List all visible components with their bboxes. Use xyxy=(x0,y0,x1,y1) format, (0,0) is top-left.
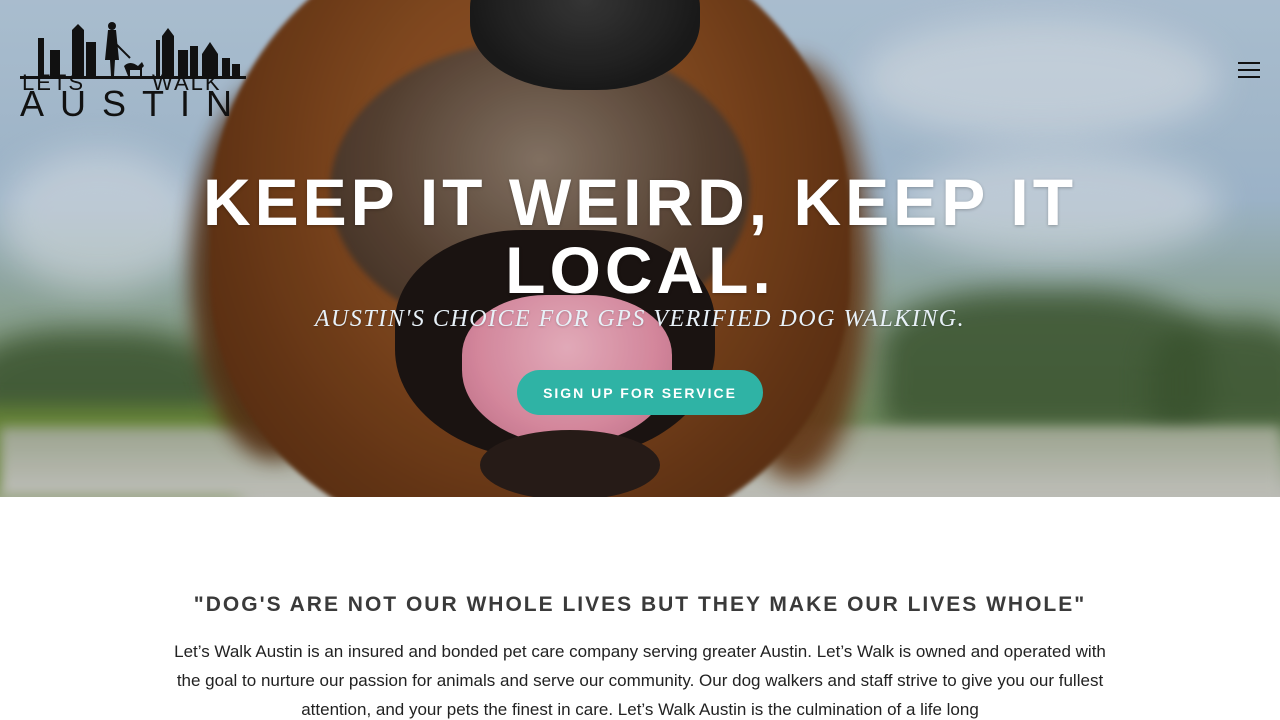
hero-subtitle: AUSTIN'S CHOICE FOR GPS VERIFIED DOG WAL… xyxy=(314,306,966,332)
about-paragraph: Let’s Walk Austin is an insured and bond… xyxy=(174,642,1106,719)
section-quote-heading: "DOG'S ARE NOT OUR WHOLE LIVES BUT THEY … xyxy=(193,593,1087,616)
hero-title: KEEP IT WEIRD, KEEP IT LOCAL. xyxy=(202,165,1078,307)
logo-austin-text: AUSTIN xyxy=(20,83,249,124)
sign-up-button[interactable]: SIGN UP FOR SERVICE xyxy=(517,370,763,415)
hamburger-menu-icon[interactable] xyxy=(1236,60,1262,80)
site-logo[interactable]: LETS WALK AUSTIN xyxy=(20,20,246,122)
hero-section: LETS WALK AUSTIN KEEP IT WEIRD, KEEP IT … xyxy=(0,0,1280,497)
about-section: "DOG'S ARE NOT OUR WHOLE LIVES BUT THEY … xyxy=(0,497,1280,720)
